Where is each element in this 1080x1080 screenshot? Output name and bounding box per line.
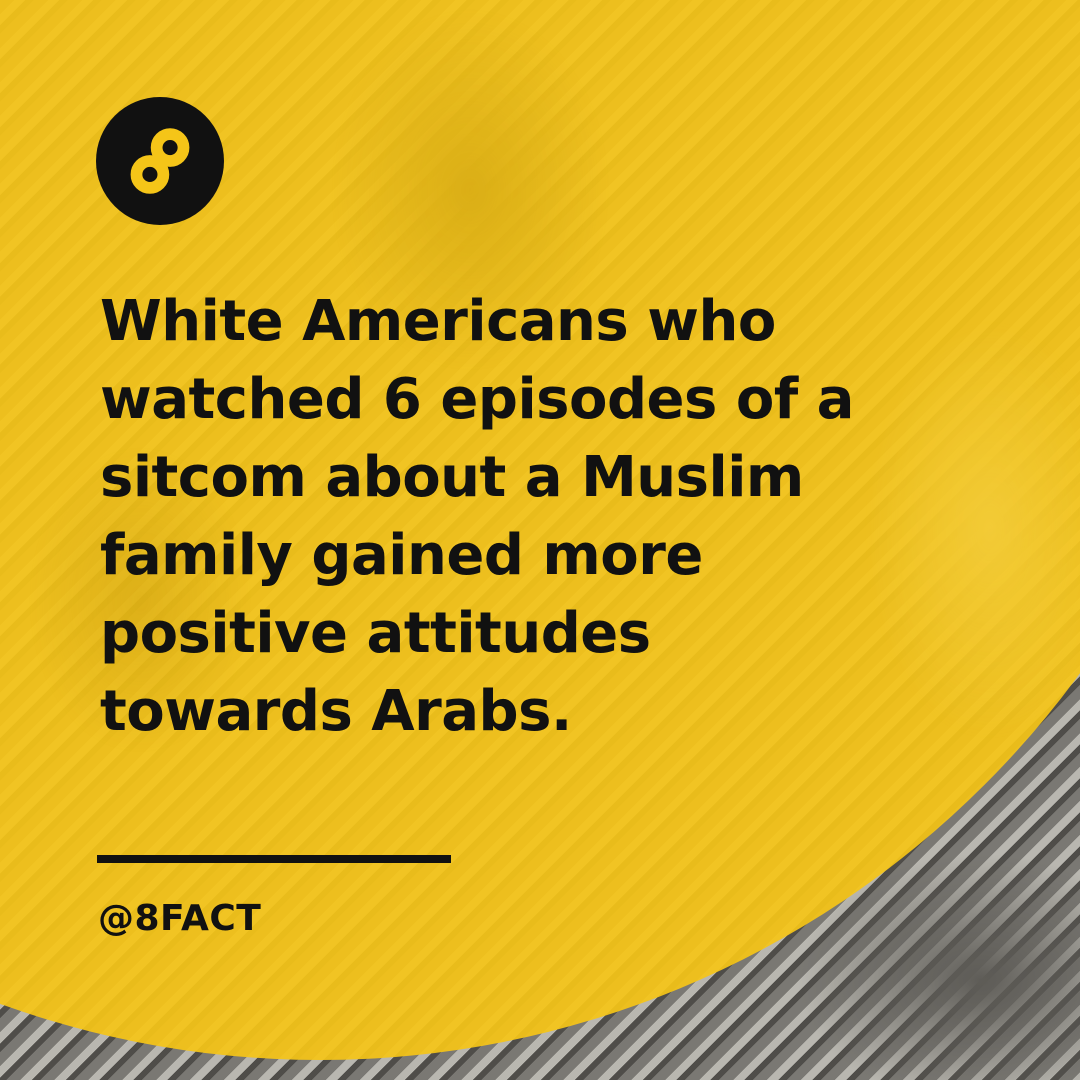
headline-line: positive attitudes	[100, 601, 651, 666]
divider	[97, 855, 451, 863]
headline: White Americans who watched 6 episodes o…	[100, 283, 980, 751]
headline-line: sitcom about a Muslim	[100, 445, 804, 510]
fact-card: White Americans who watched 6 episodes o…	[0, 0, 1080, 1080]
headline-line: family gained more	[100, 523, 703, 588]
brand-handle: @8FACT	[98, 898, 262, 939]
infinity-eight-icon	[130, 128, 190, 194]
headline-line: White Americans who	[100, 289, 776, 354]
headline-line: watched 6 episodes of a	[100, 367, 854, 432]
brand-logo	[96, 97, 224, 225]
headline-line: towards Arabs.	[100, 679, 572, 744]
